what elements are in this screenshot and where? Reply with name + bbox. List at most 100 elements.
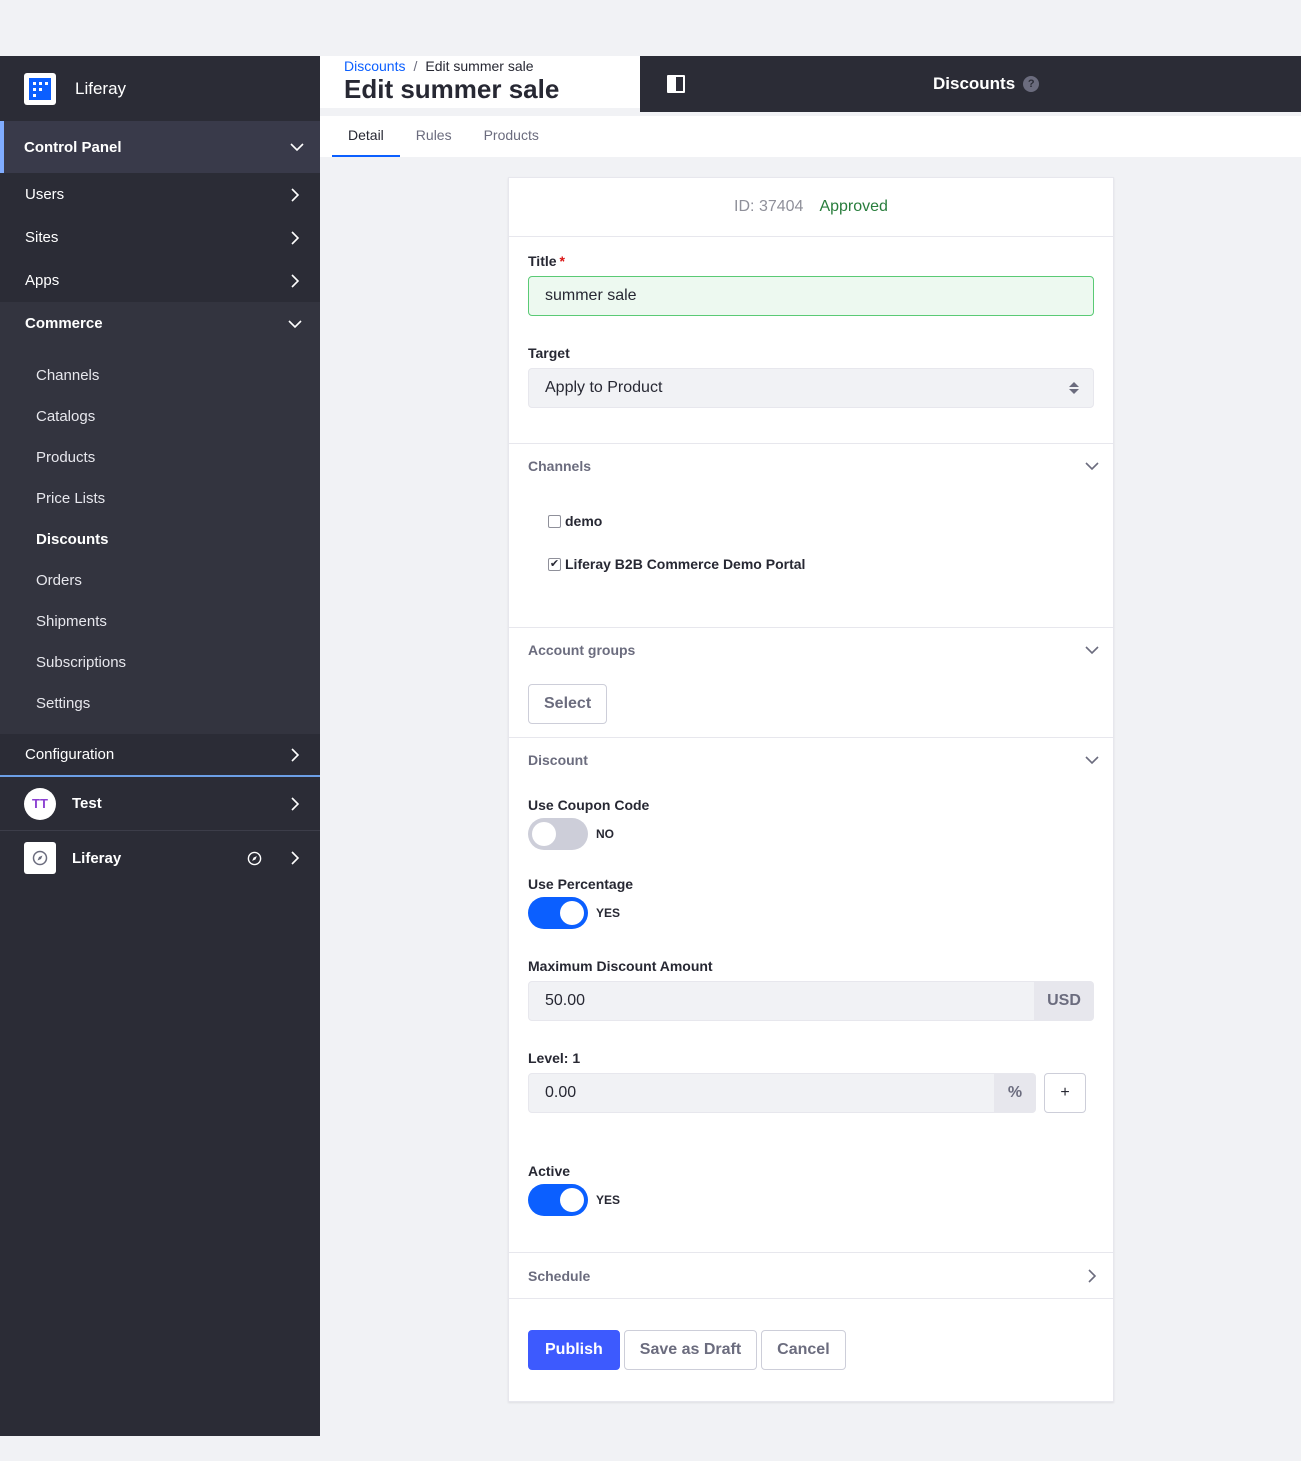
breadcrumb-current: Edit summer sale — [425, 58, 534, 74]
channel-label: Liferay B2B Commerce Demo Portal — [565, 556, 806, 572]
chevron-right-icon — [288, 273, 302, 288]
use-percentage-toggle-row: YES — [528, 897, 1094, 929]
compass-icon[interactable] — [247, 851, 262, 866]
checkbox[interactable] — [548, 514, 561, 528]
save-draft-button[interactable]: Save as Draft — [623, 1330, 758, 1370]
level-row: 0.00 % + — [528, 1073, 1086, 1113]
sidebar-item-commerce[interactable]: Commerce — [0, 302, 320, 345]
use-coupon-toggle-row: NO — [528, 818, 1094, 850]
channel-option-demo[interactable]: demo — [509, 513, 1113, 529]
max-discount-value: 50.00 — [545, 992, 586, 1009]
site-name: Liferay — [72, 849, 122, 867]
max-discount-group: 50.00 USD — [528, 981, 1094, 1021]
title-input[interactable]: summer sale — [528, 276, 1094, 316]
site-name: Test — [72, 795, 102, 812]
form-actions: Publish Save as Draft Cancel — [509, 1299, 1113, 1370]
chevron-right-icon — [288, 747, 302, 762]
sidebar-item-settings[interactable]: Settings — [0, 683, 320, 724]
control-panel-toggle[interactable]: Control Panel — [0, 121, 320, 173]
toggle-state: YES — [596, 906, 621, 920]
level-value: 0.00 — [545, 1084, 577, 1101]
control-menu-title-text: Discounts — [933, 74, 1016, 93]
active-toggle[interactable] — [528, 1184, 588, 1216]
chevron-down-icon — [290, 140, 304, 154]
control-menu: Discounts ? — [640, 56, 1301, 112]
publish-button[interactable]: Publish — [528, 1330, 620, 1370]
sidebar-item-price-lists[interactable]: Price Lists — [0, 478, 320, 519]
channels-panel-title: Channels — [528, 458, 592, 474]
add-level-button[interactable]: + — [1044, 1073, 1086, 1113]
sidebar-item-label: Sites — [25, 229, 59, 246]
chevron-right-icon — [288, 187, 302, 202]
sidebar-item-subscriptions[interactable]: Subscriptions — [0, 642, 320, 683]
sidebar-item-sites[interactable]: Sites — [0, 216, 320, 259]
active-toggle-row: YES — [528, 1184, 1094, 1216]
sidebar-item-orders[interactable]: Orders — [0, 560, 320, 601]
level-label: Level: 1 — [528, 1050, 581, 1066]
brand[interactable]: Liferay — [0, 56, 320, 121]
chevron-right-icon — [288, 230, 302, 245]
sidebar-item-label: Apps — [25, 272, 60, 289]
card-header: ID: 37404 Approved — [509, 178, 1113, 237]
help-icon[interactable]: ? — [1023, 76, 1040, 92]
brand-name: Liferay — [75, 78, 127, 98]
schedule-panel-toggle[interactable]: Schedule — [509, 1253, 1113, 1298]
account-groups-panel-toggle[interactable]: Account groups — [509, 628, 1113, 672]
breadcrumb-link-discounts[interactable]: Discounts — [344, 58, 405, 74]
status-badge: Approved — [819, 198, 888, 215]
sidebar-item-channels[interactable]: Channels — [0, 355, 320, 396]
tab-products[interactable]: Products — [468, 116, 555, 157]
sidebar-item-users[interactable]: Users — [0, 173, 320, 216]
breadcrumb-separator: / — [413, 58, 418, 74]
target-select[interactable]: Apply to Product — [528, 368, 1094, 408]
channels-panel-toggle[interactable]: Channels — [509, 444, 1113, 488]
use-coupon-toggle[interactable] — [528, 818, 588, 850]
sidebar-item-label: Configuration — [25, 746, 115, 763]
sidebar-item-configuration[interactable]: Configuration — [0, 734, 320, 777]
sidebar-toggle-icon[interactable] — [667, 75, 685, 93]
compass-icon — [24, 842, 56, 874]
active-label: Active — [528, 1163, 571, 1179]
tab-rules[interactable]: Rules — [400, 116, 468, 157]
discount-body: Use Coupon Code NO Use Percentage YES Ma… — [509, 782, 1113, 1216]
sidebar-item-apps[interactable]: Apps — [0, 259, 320, 302]
channel-option-b2b[interactable]: ✔ Liferay B2B Commerce Demo Portal — [509, 556, 1113, 572]
use-percentage-toggle[interactable] — [528, 897, 588, 929]
discount-panel-toggle[interactable]: Discount — [509, 738, 1113, 782]
checkbox-checked[interactable]: ✔ — [548, 557, 561, 571]
max-discount-input[interactable]: 50.00 — [528, 981, 1035, 1021]
chevron-right-icon — [1085, 1268, 1099, 1283]
chevron-down-icon — [288, 317, 302, 331]
target-label: Target — [528, 345, 570, 361]
max-discount-label: Maximum Discount Amount — [528, 958, 713, 974]
schedule-panel-title: Schedule — [528, 1267, 591, 1284]
select-account-groups-button[interactable]: Select — [528, 684, 608, 724]
site-item-liferay[interactable]: Liferay — [0, 831, 320, 885]
avatar: TT — [24, 787, 56, 820]
level-input[interactable]: 0.00 — [528, 1073, 995, 1113]
target-select-value: Apply to Product — [545, 379, 663, 396]
select-arrows-icon — [1069, 382, 1079, 394]
tab-detail[interactable]: Detail — [332, 116, 400, 157]
sidebar-item-catalogs[interactable]: Catalogs — [0, 396, 320, 437]
sidebar-item-discounts[interactable]: Discounts — [0, 519, 320, 560]
sidebar-item-products[interactable]: Products — [0, 437, 320, 478]
cancel-button[interactable]: Cancel — [761, 1330, 846, 1370]
discount-id: ID: 37404 — [734, 198, 804, 215]
channel-label: demo — [565, 513, 603, 529]
commerce-section: Commerce Channels Catalogs Products Pric… — [0, 302, 320, 734]
use-coupon-label: Use Coupon Code — [528, 797, 650, 813]
level-group: 0.00 % — [528, 1073, 1036, 1113]
currency-addon: USD — [1035, 981, 1094, 1021]
breadcrumb: Discounts / Edit summer sale — [344, 56, 640, 74]
sidebar-item-shipments[interactable]: Shipments — [0, 601, 320, 642]
chevron-right-icon — [288, 796, 302, 811]
liferay-logo-icon — [24, 72, 56, 105]
site-item-test[interactable]: TT Test — [0, 777, 320, 831]
sidebar: Liferay Control Panel Users Sites Apps C… — [0, 56, 320, 1436]
chevron-down-icon — [1085, 753, 1099, 767]
title-label: Title * — [528, 253, 1094, 269]
chevron-down-icon — [1085, 459, 1099, 473]
discount-panel-title: Discount — [528, 752, 588, 768]
page-title: Edit summer sale — [344, 74, 560, 104]
